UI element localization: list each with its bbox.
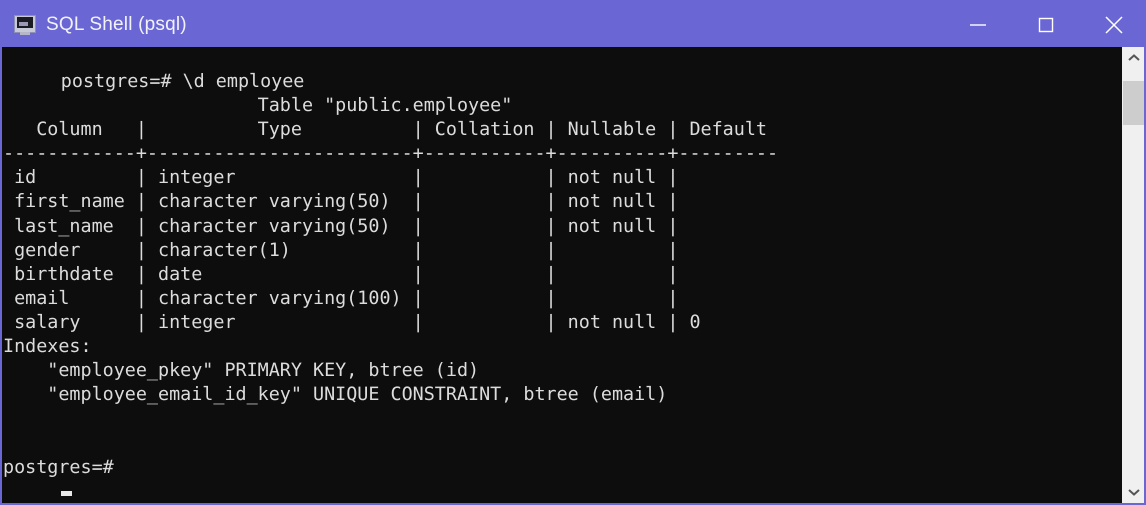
scroll-down-button[interactable] xyxy=(1123,481,1144,503)
scrollbar-track[interactable] xyxy=(1123,69,1144,481)
terminal-output-area[interactable]: postgres=# \d employee Table "public.emp… xyxy=(2,47,1122,503)
console-text: postgres=# \d employee Table "public.emp… xyxy=(3,71,779,478)
vertical-scrollbar[interactable] xyxy=(1122,47,1144,503)
window-title: SQL Shell (psql) xyxy=(46,13,187,35)
terminal-monitor-icon xyxy=(14,14,36,35)
minimize-icon xyxy=(970,23,986,26)
sql-shell-window: SQL Shell (psql) postgres=# \d employee … xyxy=(0,0,1146,505)
close-icon xyxy=(1105,15,1123,34)
close-button[interactable] xyxy=(1080,2,1144,47)
title-bar[interactable]: SQL Shell (psql) xyxy=(2,2,1144,47)
scrollbar-thumb[interactable] xyxy=(1123,81,1144,125)
chevron-up-icon xyxy=(1128,54,1140,61)
block-cursor xyxy=(60,490,72,496)
window-controls xyxy=(944,2,1144,47)
chevron-down-icon xyxy=(1128,489,1140,496)
maximize-button[interactable] xyxy=(1012,2,1080,47)
scroll-up-button[interactable] xyxy=(1123,47,1144,69)
maximize-icon xyxy=(1038,17,1054,32)
cursor-line xyxy=(60,481,72,502)
minimize-button[interactable] xyxy=(944,2,1012,47)
